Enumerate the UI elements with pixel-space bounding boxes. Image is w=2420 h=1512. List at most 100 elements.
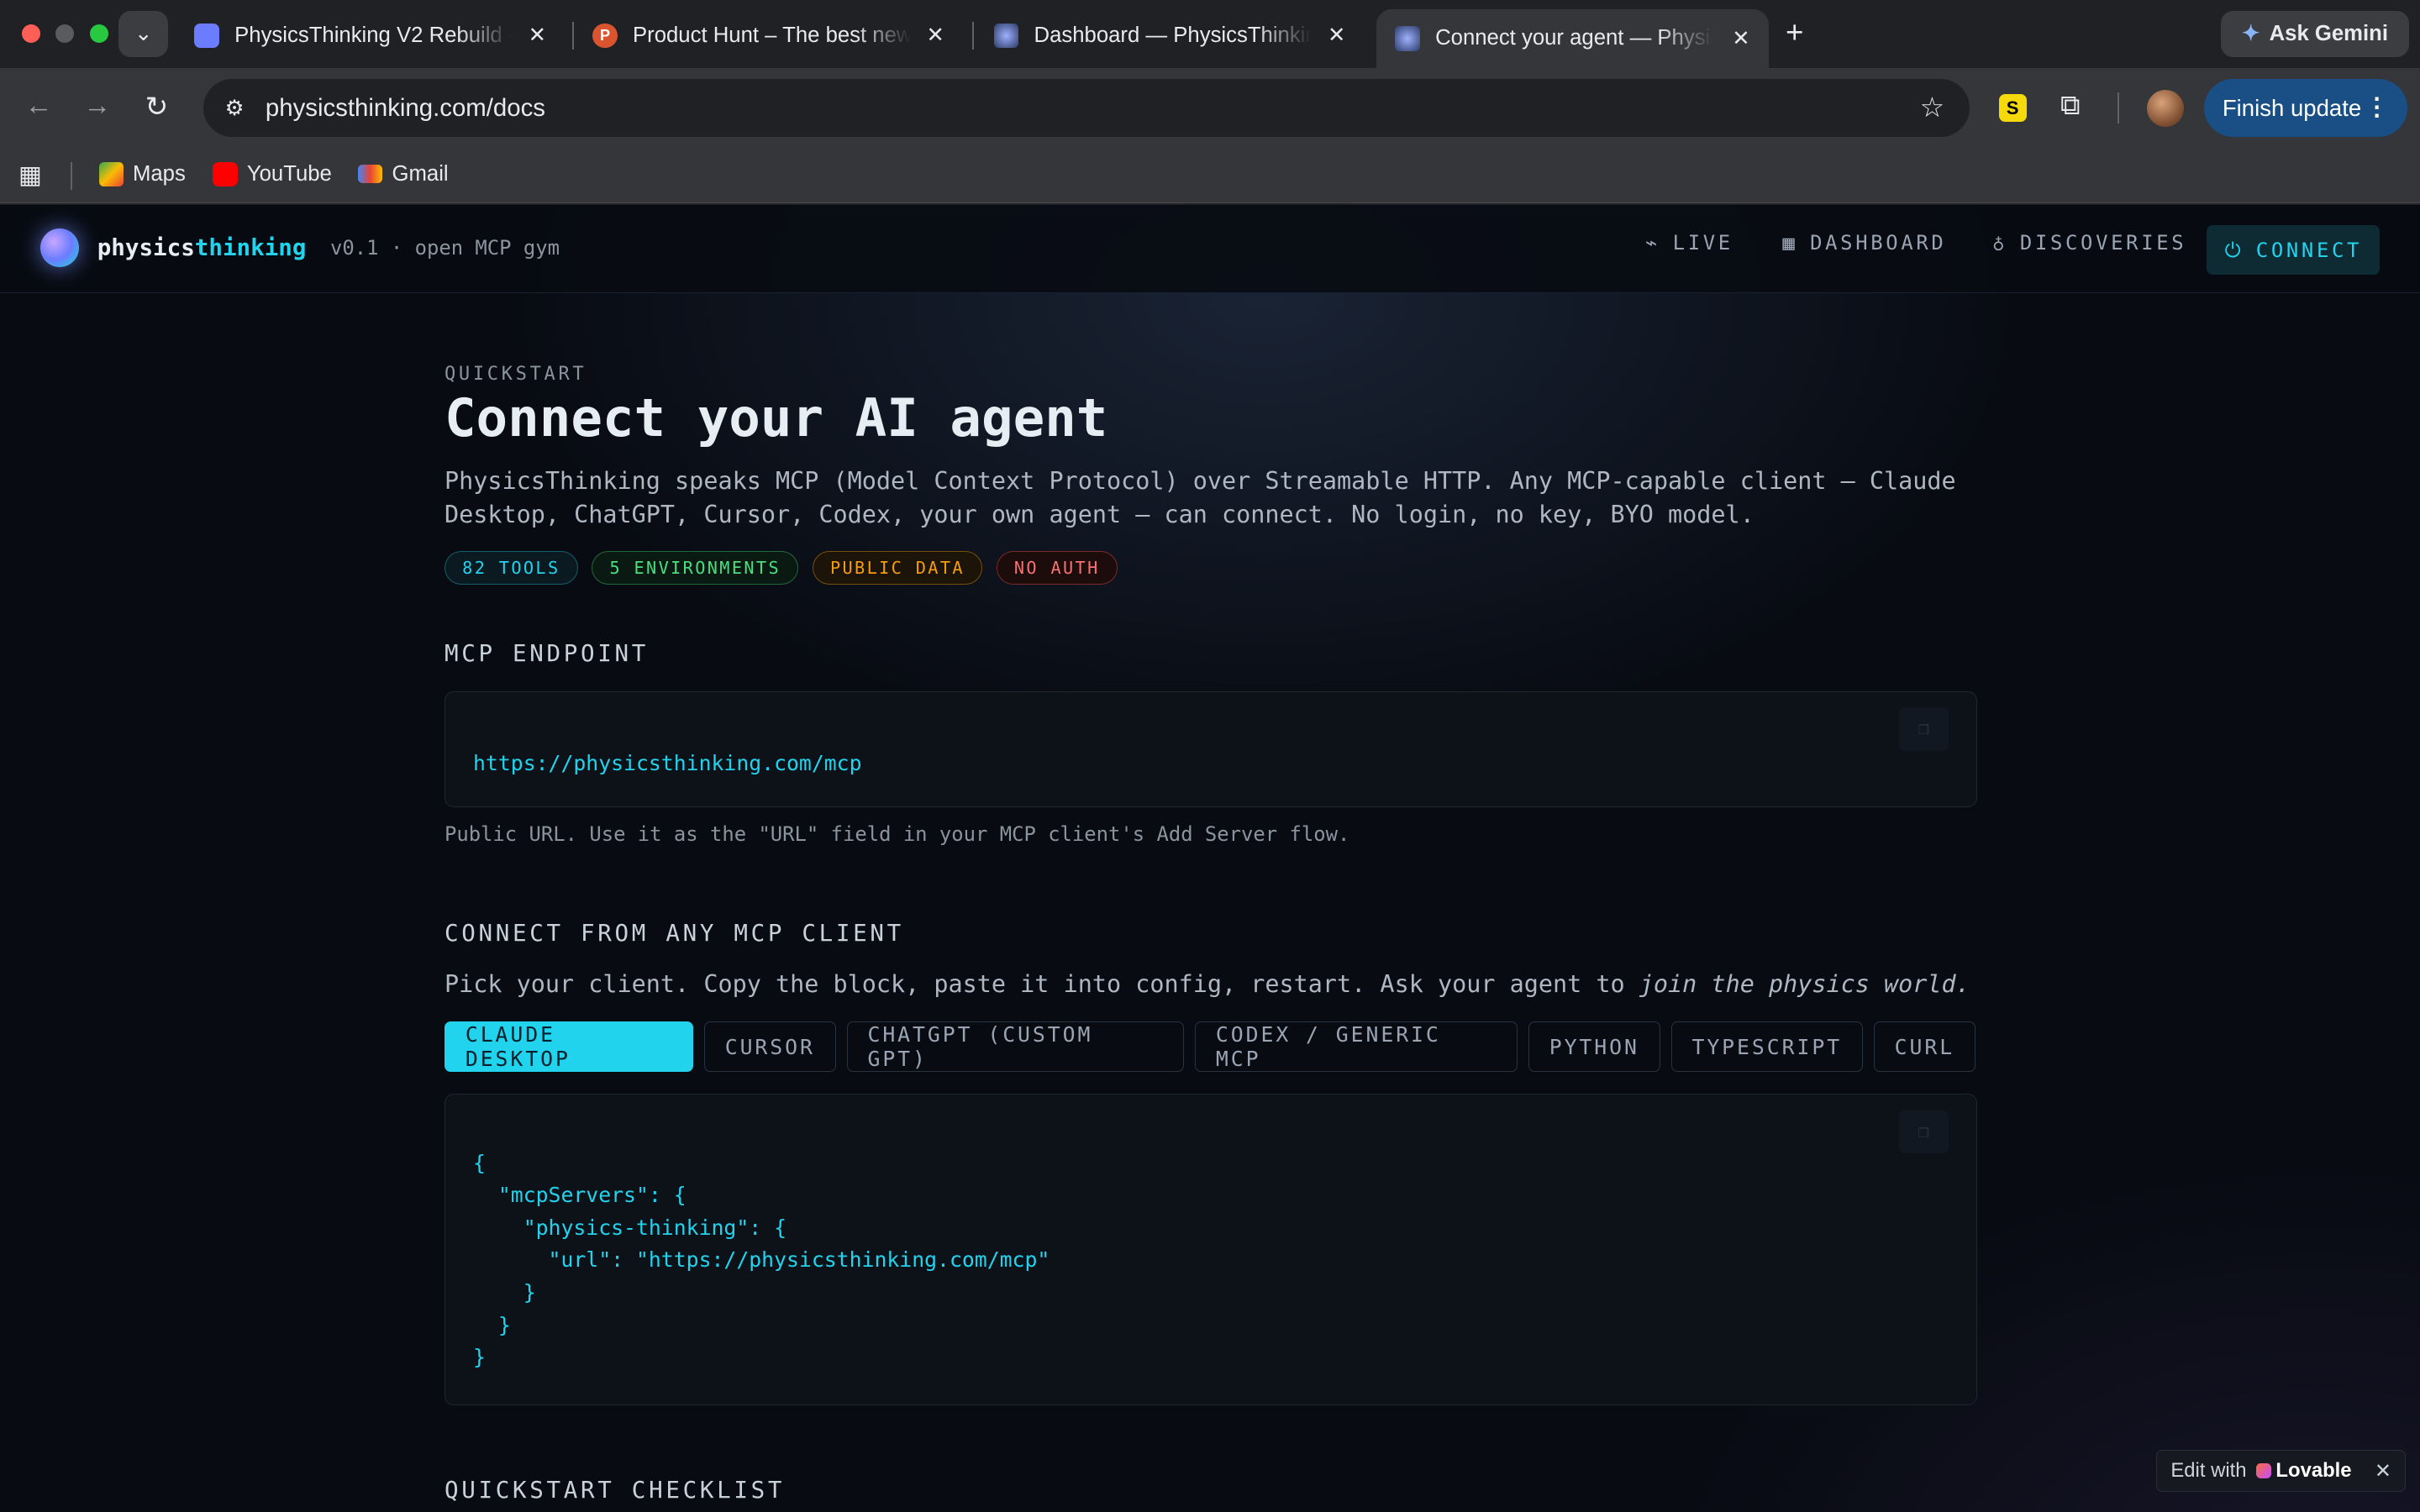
tab-cursor[interactable]: CURSOR bbox=[703, 1021, 836, 1073]
tab-title: PhysicsThinking V2 Rebuild - bbox=[234, 23, 513, 47]
close-icon[interactable]: ✕ bbox=[2375, 1459, 2391, 1483]
tab-title: Product Hunt – The best new bbox=[633, 23, 911, 47]
tab-codex[interactable]: CODEX / GENERIC MCP bbox=[1195, 1021, 1518, 1073]
tab-search-button[interactable]: ⌄ bbox=[118, 10, 169, 57]
badge-public-data: PUBLIC DATA bbox=[812, 550, 983, 585]
nav-connect[interactable]: ⏻ CONNECT bbox=[2207, 225, 2381, 275]
nav-label: DASHBOARD bbox=[1810, 231, 1947, 255]
lead-paragraph: PhysicsThinking speaks MCP (Model Contex… bbox=[444, 466, 1956, 529]
bookmark-label: YouTube bbox=[246, 162, 332, 186]
bookmark-youtube[interactable]: YouTube bbox=[213, 161, 332, 187]
checklist-section-title: QUICKSTART CHECKLIST bbox=[444, 1476, 786, 1504]
tab-title: Dashboard — PhysicsThinking bbox=[1034, 23, 1313, 47]
close-tab-icon[interactable]: ✕ bbox=[1732, 26, 1750, 51]
instructions-text: Pick your client. Copy the block, paste … bbox=[444, 970, 1639, 999]
address-bar[interactable]: ⚙ physicsthinking.com/docs ☆ bbox=[203, 78, 1970, 138]
bookmark-label: Gmail bbox=[392, 161, 449, 186]
tab-3[interactable]: Dashboard — PhysicsThinking ✕ bbox=[976, 9, 1365, 61]
maximize-window-button[interactable] bbox=[89, 24, 108, 44]
extension-icon[interactable]: S bbox=[1998, 94, 2027, 123]
bookmark-label: Maps bbox=[132, 162, 186, 186]
badge-no-auth: NO AUTH bbox=[996, 550, 1118, 585]
plug-icon: ⏻ bbox=[2224, 238, 2244, 262]
copy-icon[interactable]: ❐ bbox=[1898, 707, 1949, 751]
instructions-emphasis: join the physics world. bbox=[1639, 970, 1970, 999]
badge-row: 82 TOOLS 5 ENVIRONMENTS PUBLIC DATA NO A… bbox=[444, 550, 1118, 585]
maps-icon bbox=[98, 161, 124, 187]
edit-with-lovable-badge[interactable]: Edit with Lovable ✕ bbox=[2155, 1450, 2407, 1493]
lovable-heart-icon bbox=[2255, 1463, 2271, 1479]
endpoint-url[interactable]: https://physicsthinking.com/mcp bbox=[473, 751, 862, 775]
connect-section-title: CONNECT FROM ANY MCP CLIENT bbox=[444, 919, 904, 947]
tab-2[interactable]: P Product Hunt – The best new ✕ bbox=[574, 9, 963, 61]
brand-suffix: thinking bbox=[194, 234, 307, 262]
bookmark-maps[interactable]: Maps bbox=[98, 161, 186, 187]
tab-favicon bbox=[194, 23, 219, 48]
finish-update-button[interactable]: Finish update ⋮ bbox=[2203, 78, 2408, 138]
logo-orb-icon[interactable] bbox=[39, 228, 79, 267]
endpoint-codebox: ❐ https://physicsthinking.com/mcp bbox=[444, 690, 1977, 807]
lovable-brand-label: Lovable bbox=[2275, 1459, 2352, 1483]
client-tabs: CLAUDE DESKTOP CURSOR CHATGPT (CUSTOM GP… bbox=[444, 1021, 1975, 1073]
close-tab-icon[interactable]: ✕ bbox=[927, 23, 945, 48]
back-icon[interactable]: ← bbox=[24, 90, 52, 122]
extensions-puzzle-icon[interactable]: ⧉ bbox=[2060, 90, 2081, 122]
bookmark-gmail[interactable]: Gmail bbox=[358, 162, 449, 186]
youtube-icon bbox=[213, 161, 238, 187]
activity-icon: ⌁ bbox=[1644, 231, 1660, 255]
tab-favicon bbox=[993, 23, 1019, 48]
tab-chatgpt[interactable]: CHATGPT (CUSTOM GPT) bbox=[846, 1021, 1185, 1073]
tab-strip: ⌄ PhysicsThinking V2 Rebuild - ✕ P Produ… bbox=[0, 0, 2420, 68]
config-code[interactable]: { "mcpServers": { "physics-thinking": { … bbox=[473, 1147, 1050, 1374]
gmail-icon bbox=[358, 165, 383, 184]
connect-instructions: Pick your client. Copy the block, paste … bbox=[445, 970, 1970, 998]
ask-gemini-button[interactable]: ✦ Ask Gemini bbox=[2221, 10, 2410, 57]
site-header: physicsthinking v0.1 · open MCP gym ⌁ LIV… bbox=[0, 205, 2420, 293]
url-text[interactable]: physicsthinking.com/docs bbox=[266, 94, 545, 123]
more-menu-icon[interactable]: ⋮ bbox=[2365, 92, 2389, 122]
endpoint-section-title: MCP ENDPOINT bbox=[444, 640, 650, 668]
lovable-prefix: Edit with bbox=[2170, 1459, 2247, 1483]
close-tab-icon[interactable]: ✕ bbox=[529, 23, 547, 48]
version-label: v0.1 · open MCP gym bbox=[330, 235, 560, 260]
tab-4-active[interactable]: Connect your agent — Physic ✕ bbox=[1376, 9, 1769, 68]
nav-live[interactable]: ⌁ LIVE bbox=[1645, 231, 1733, 255]
page-viewport: physicsthinking v0.1 · open MCP gym ⌁ LIV… bbox=[0, 205, 2420, 1512]
finish-update-label: Finish update bbox=[2222, 94, 2362, 121]
bookmark-star-icon[interactable]: ☆ bbox=[1920, 91, 1945, 124]
tab-favicon bbox=[1395, 26, 1420, 51]
bookmarks-bar: ▦ Maps YouTube Gmail bbox=[0, 148, 2420, 204]
badge-environments: 5 ENVIRONMENTS bbox=[592, 550, 799, 585]
lightbulb-icon: ♁ bbox=[1992, 231, 2008, 255]
endpoint-hint: Public URL. Use it as the "URL" field in… bbox=[444, 822, 1350, 846]
page-title: Connect your AI agent bbox=[444, 386, 1108, 449]
tab-curl[interactable]: CURL bbox=[1873, 1021, 1975, 1073]
product-hunt-favicon: P bbox=[592, 23, 618, 48]
apps-grid-icon[interactable]: ▦ bbox=[18, 160, 42, 190]
nav-label: DISCOVERIES bbox=[2019, 231, 2187, 255]
tab-1[interactable]: PhysicsThinking V2 Rebuild - ✕ bbox=[176, 9, 565, 61]
dashboard-grid-icon: ▦ bbox=[1782, 231, 1798, 255]
ask-gemini-label: Ask Gemini bbox=[2269, 21, 2389, 45]
nav-label: CONNECT bbox=[2255, 238, 2363, 262]
tab-python[interactable]: PYTHON bbox=[1528, 1021, 1660, 1073]
profile-avatar[interactable] bbox=[2146, 89, 2184, 127]
badge-tools: 82 TOOLS bbox=[444, 550, 578, 585]
tab-typescript[interactable]: TYPESCRIPT bbox=[1670, 1021, 1863, 1073]
minimize-window-button[interactable] bbox=[55, 24, 75, 44]
new-tab-button[interactable]: + bbox=[1786, 15, 1803, 50]
close-tab-icon[interactable]: ✕ bbox=[1328, 23, 1346, 48]
gemini-sparkle-icon: ✦ bbox=[2242, 22, 2260, 46]
close-window-button[interactable] bbox=[21, 24, 40, 44]
nav-dashboard[interactable]: ▦ DASHBOARD bbox=[1782, 231, 1946, 255]
tab-claude-desktop[interactable]: CLAUDE DESKTOP bbox=[444, 1021, 693, 1073]
chevron-down-icon: ⌄ bbox=[134, 22, 153, 46]
site-info-icon[interactable]: ⚙ bbox=[219, 92, 250, 123]
reload-icon[interactable]: ↻ bbox=[145, 90, 169, 123]
forward-icon[interactable]: → bbox=[83, 90, 111, 122]
nav-label: LIVE bbox=[1672, 231, 1733, 255]
browser-toolbar: ← → ↻ ⚙ physicsthinking.com/docs ☆ S ⧉ F… bbox=[0, 67, 2420, 149]
brand-logo[interactable]: physicsthinking bbox=[97, 234, 307, 261]
nav-discoveries[interactable]: ♁ DISCOVERIES bbox=[1992, 231, 2186, 255]
copy-icon[interactable]: ❐ bbox=[1898, 1110, 1949, 1153]
